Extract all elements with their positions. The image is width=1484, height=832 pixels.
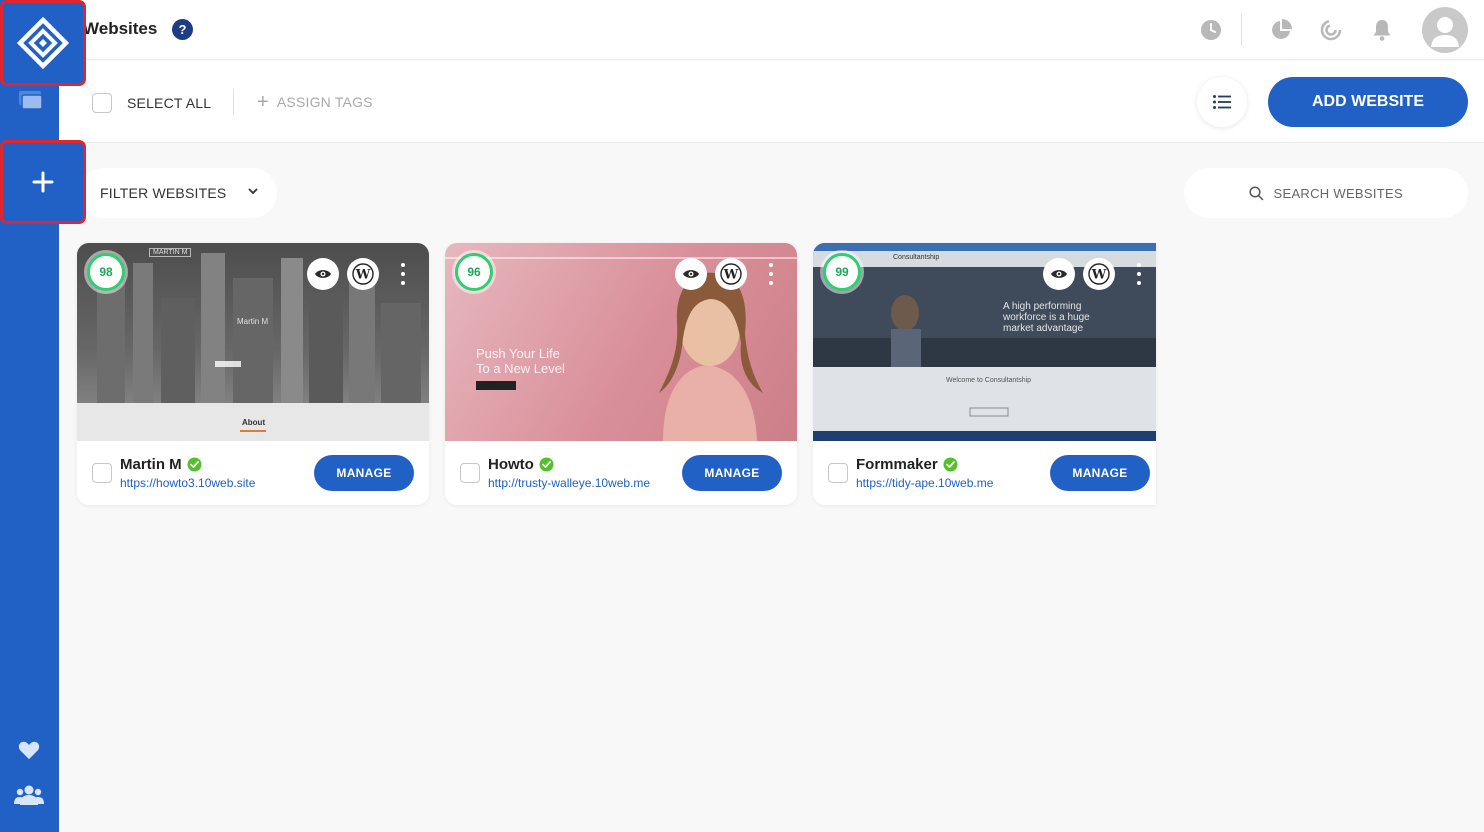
website-card: Push Your Life To a New Level 96 W Howto… bbox=[445, 243, 797, 505]
svg-text:W: W bbox=[723, 268, 739, 283]
sidebar bbox=[0, 0, 59, 832]
add-website-button[interactable]: ADD WEBSITE bbox=[1268, 77, 1468, 127]
plus-icon bbox=[32, 171, 54, 193]
thumbnail-headline-2: To a New Level bbox=[476, 361, 565, 376]
list-view-button[interactable] bbox=[1197, 77, 1247, 127]
help-icon[interactable]: ? bbox=[172, 19, 193, 40]
thumbnail-section: About bbox=[242, 418, 266, 427]
verified-check-icon bbox=[187, 457, 202, 472]
website-thumbnail[interactable]: MARTIN M Martin M About 98 W bbox=[77, 243, 429, 441]
thumbnail-headline-1: A high performing bbox=[1003, 301, 1082, 312]
verified-check-icon bbox=[943, 457, 958, 472]
thumbnail-headline-3: market advantage bbox=[1003, 323, 1084, 334]
wordpress-icon: W bbox=[720, 263, 742, 285]
header-divider bbox=[1241, 14, 1242, 46]
toolbar-divider bbox=[233, 89, 234, 115]
verified-check-icon bbox=[539, 457, 554, 472]
select-all-label[interactable]: SELECT ALL bbox=[127, 95, 211, 111]
site-name: Formmaker bbox=[856, 456, 958, 473]
plus-icon: + bbox=[257, 91, 269, 113]
wordpress-icon: W bbox=[1088, 263, 1110, 285]
chevron-down-icon bbox=[248, 188, 258, 195]
thumbnail-brand: MARTIN M bbox=[149, 248, 192, 257]
website-thumbnail[interactable]: Consultantship A high performing workfor… bbox=[813, 243, 1156, 441]
thumbnail-heading: Martin M bbox=[237, 317, 269, 326]
eye-icon bbox=[1051, 270, 1067, 278]
site-name-text: Howto bbox=[488, 456, 534, 473]
performance-score[interactable]: 99 bbox=[823, 253, 861, 291]
search-websites[interactable] bbox=[1184, 168, 1468, 218]
manage-button[interactable]: MANAGE bbox=[314, 455, 414, 491]
thumbnail-headline-2: workforce is a huge bbox=[1003, 312, 1090, 323]
wordpress-admin-button[interactable]: W bbox=[347, 258, 379, 290]
svg-text:W: W bbox=[1091, 268, 1107, 283]
wordpress-admin-button[interactable]: W bbox=[1083, 258, 1115, 290]
performance-score[interactable]: 98 bbox=[87, 253, 125, 291]
thumbnail-welcome: Welcome to Consultantship bbox=[946, 377, 1032, 384]
thumbnail-headline-1: Push Your Life bbox=[476, 346, 560, 361]
search-input[interactable] bbox=[1273, 185, 1404, 201]
site-name: Martin M bbox=[120, 456, 202, 473]
filter-websites-dropdown[interactable]: FILTER WEBSITES bbox=[78, 168, 277, 218]
top-header: Websites ? bbox=[59, 0, 1484, 60]
page-title: Websites bbox=[83, 19, 158, 38]
performance-score[interactable]: 96 bbox=[455, 253, 493, 291]
assign-tags-button[interactable]: + ASSIGN TAGS bbox=[257, 91, 373, 113]
eye-icon bbox=[683, 270, 699, 278]
manage-button[interactable]: MANAGE bbox=[1050, 455, 1150, 491]
preview-eye-button[interactable] bbox=[307, 258, 339, 290]
thumbnail-brand: Consultantship bbox=[893, 254, 940, 261]
site-checkbox[interactable] bbox=[828, 463, 848, 483]
manage-button[interactable]: MANAGE bbox=[682, 455, 782, 491]
app-logo[interactable] bbox=[0, 0, 86, 86]
team-icon[interactable] bbox=[14, 782, 44, 808]
site-name-text: Formmaker bbox=[856, 456, 938, 473]
performance-spinner-icon[interactable] bbox=[1319, 18, 1343, 42]
eye-icon bbox=[315, 270, 331, 278]
user-avatar[interactable] bbox=[1422, 7, 1468, 53]
wordpress-admin-button[interactable]: W bbox=[715, 258, 747, 290]
site-url[interactable]: http://trusty-walleye.10web.me bbox=[488, 476, 650, 490]
more-options-icon[interactable] bbox=[1134, 263, 1144, 285]
preview-eye-button[interactable] bbox=[675, 258, 707, 290]
assign-tags-label: ASSIGN TAGS bbox=[276, 94, 373, 110]
site-checkbox[interactable] bbox=[460, 463, 480, 483]
site-checkbox[interactable] bbox=[92, 463, 112, 483]
filter-websites-label: FILTER WEBSITES bbox=[100, 185, 227, 201]
preview-eye-button[interactable] bbox=[1043, 258, 1075, 290]
site-name: Howto bbox=[488, 456, 554, 473]
site-url[interactable]: https://howto3.10web.site bbox=[120, 476, 255, 490]
more-options-icon[interactable] bbox=[766, 263, 776, 285]
wordpress-icon: W bbox=[352, 263, 374, 285]
user-avatar-icon bbox=[1431, 17, 1459, 47]
select-all-checkbox[interactable] bbox=[92, 93, 112, 113]
website-card: Consultantship A high performing workfor… bbox=[813, 243, 1156, 505]
website-thumbnail[interactable]: Push Your Life To a New Level 96 W bbox=[445, 243, 797, 441]
search-icon bbox=[1248, 185, 1263, 200]
svg-text:W: W bbox=[355, 268, 371, 283]
list-icon bbox=[1213, 95, 1231, 109]
websites-toolbar: SELECT ALL + ASSIGN TAGS ADD WEBSITE bbox=[59, 61, 1484, 143]
logo-icon bbox=[17, 17, 69, 69]
add-button[interactable] bbox=[0, 140, 86, 224]
heart-icon[interactable] bbox=[14, 737, 44, 763]
website-card: MARTIN M Martin M About 98 W Martin M ht… bbox=[77, 243, 429, 505]
history-clock-icon[interactable] bbox=[1199, 18, 1223, 42]
more-options-icon[interactable] bbox=[398, 263, 408, 285]
notifications-bell-icon[interactable] bbox=[1370, 18, 1394, 42]
site-url[interactable]: https://tidy-ape.10web.me bbox=[856, 476, 993, 490]
analytics-pie-icon[interactable] bbox=[1269, 18, 1293, 42]
websites-stack-icon[interactable] bbox=[10, 86, 50, 114]
site-name-text: Martin M bbox=[120, 456, 182, 473]
